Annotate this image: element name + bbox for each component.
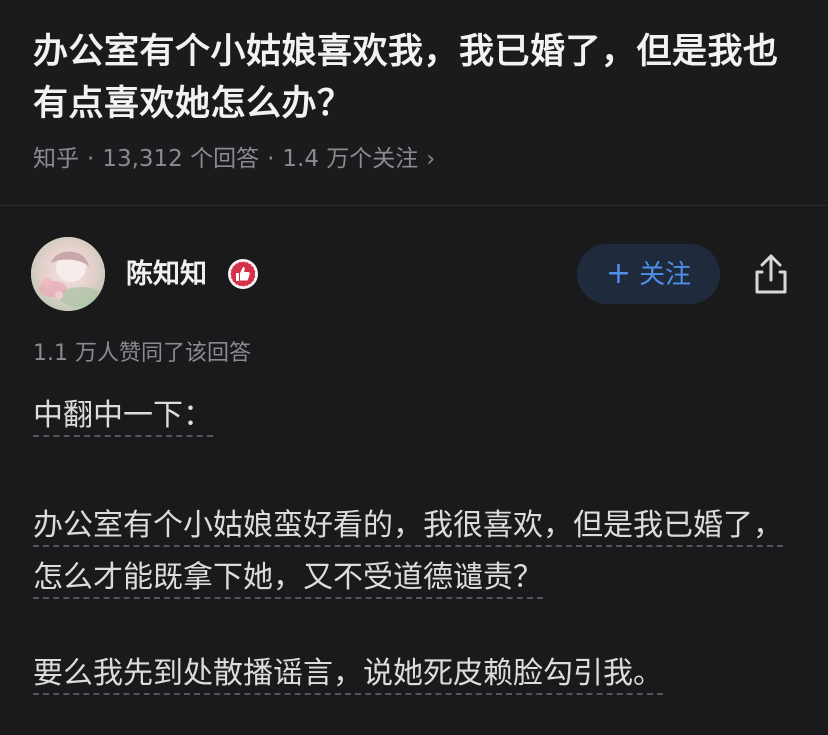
source-label: 知乎 bbox=[33, 146, 79, 172]
question-title[interactable]: 办公室有个小姑娘喜欢我，我已婚了，但是我也有点喜欢她怎么办？ bbox=[33, 26, 803, 130]
question-meta[interactable]: 知乎 · 13,312 个回答 · 1.4 万个关注 › bbox=[33, 142, 435, 177]
separator-dot: · bbox=[267, 146, 275, 172]
share-icon[interactable] bbox=[750, 252, 792, 296]
follow-label: 关注 bbox=[639, 260, 692, 290]
follow-button[interactable]: + 关注 bbox=[577, 244, 720, 304]
plus-icon: + bbox=[605, 256, 632, 291]
paragraph-text: 中翻中一下： bbox=[33, 398, 213, 437]
question-header: 办公室有个小姑娘喜欢我，我已婚了，但是我也有点喜欢她怎么办？ 知乎 · 13,312… bbox=[0, 0, 828, 205]
answers-count: 13,312 个回答 bbox=[102, 146, 260, 172]
answer-paragraph: 中翻中一下： bbox=[33, 390, 803, 442]
chevron-right-icon[interactable]: › bbox=[426, 147, 435, 172]
paragraph-text: 办公室有个小姑娘蛮好看的，我很喜欢，但是我已婚了，怎么才能既拿下她，又不受道德谴… bbox=[33, 508, 783, 599]
avatar[interactable] bbox=[31, 237, 105, 311]
answer-card: 陈知知 + 关注 1.1 万人赞同了该回答 中翻中一下： 办公室有个小姑娘蛮好看的… bbox=[0, 206, 828, 735]
answer-paragraph: 要么我先到处散播谣言，说她死皮赖脸勾引我。 bbox=[33, 648, 803, 700]
thumbs-up-badge-icon bbox=[227, 258, 259, 290]
answer-paragraph: 办公室有个小姑娘蛮好看的，我很喜欢，但是我已婚了，怎么才能既拿下她，又不受道德谴… bbox=[33, 500, 803, 604]
followers-count: 1.4 万个关注 bbox=[282, 146, 419, 172]
separator-dot: · bbox=[87, 146, 95, 172]
paragraph-text: 要么我先到处散播谣言，说她死皮赖脸勾引我。 bbox=[33, 656, 663, 695]
upvote-info: 1.1 万人赞同了该回答 bbox=[33, 341, 251, 366]
author-name[interactable]: 陈知知 bbox=[126, 255, 207, 295]
